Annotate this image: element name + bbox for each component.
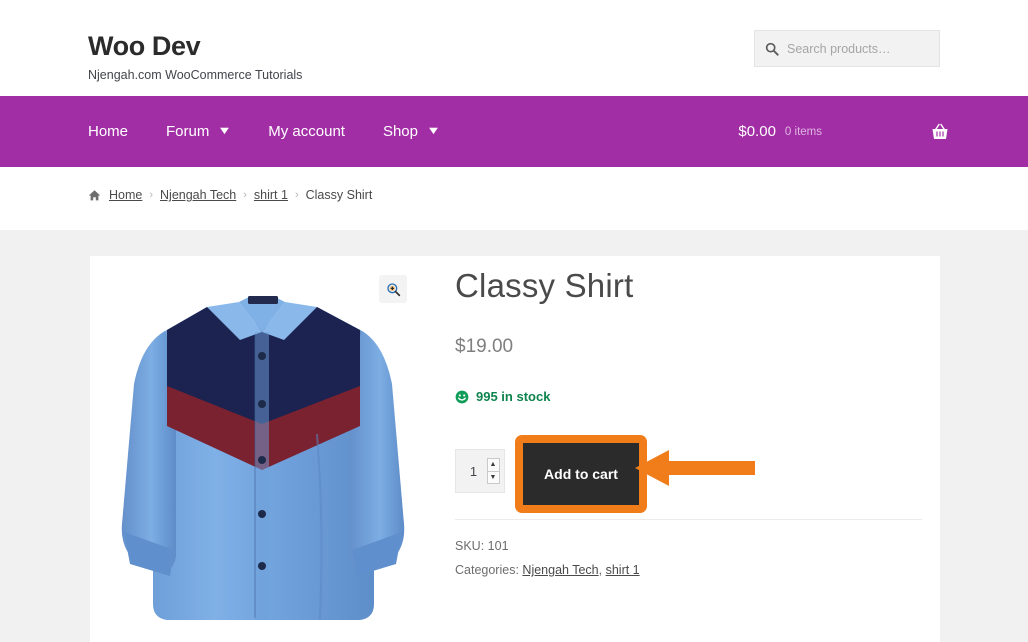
chevron-down-icon: ▼ bbox=[426, 125, 441, 137]
breadcrumb-item-njengah-tech[interactable]: Njengah Tech bbox=[160, 188, 236, 202]
sku-value: 101 bbox=[487, 539, 509, 553]
add-to-cart-button[interactable]: Add to cart bbox=[523, 443, 639, 505]
cart-total: $0.00 bbox=[738, 123, 776, 140]
product-search-box[interactable] bbox=[754, 30, 940, 67]
search-icon bbox=[765, 42, 779, 56]
annotation-arrow-icon bbox=[635, 448, 755, 488]
breadcrumb-separator: › bbox=[243, 189, 247, 201]
breadcrumb-item-home[interactable]: Home bbox=[109, 188, 142, 202]
search-input[interactable] bbox=[787, 41, 929, 56]
nav-item-my-account[interactable]: My account bbox=[268, 123, 345, 140]
sku-label: SKU: bbox=[455, 539, 485, 553]
site-branding: Woo Dev Njengah.com WooCommerce Tutorial… bbox=[88, 30, 302, 83]
breadcrumb-item-shirt-1[interactable]: shirt 1 bbox=[254, 188, 288, 202]
nav-item-label: Home bbox=[88, 123, 129, 140]
nav-item-label: Shop bbox=[382, 123, 418, 140]
home-icon bbox=[88, 189, 101, 202]
nav-item-label: My account bbox=[268, 123, 345, 140]
magnifier-plus-icon[interactable] bbox=[379, 275, 407, 303]
breadcrumb: Home › Njengah Tech › shirt 1 › Classy S… bbox=[88, 188, 372, 202]
product-summary: Classy Shirt $19.00 995 in stock 1 ▲ ▼ A… bbox=[455, 256, 925, 585]
nav-menu: Home Forum ▼ My account Shop ▼ bbox=[88, 96, 477, 167]
site-title: Woo Dev bbox=[88, 31, 201, 61]
site-tagline: Njengah.com WooCommerce Tutorials bbox=[88, 68, 303, 82]
cart-item-count: 0 items bbox=[784, 125, 822, 138]
product-sku-row: SKU: 101 bbox=[455, 537, 925, 556]
breadcrumb-item-current: Classy Shirt bbox=[305, 188, 373, 202]
categories-label: Categories: bbox=[455, 563, 519, 577]
chevron-down-icon: ▼ bbox=[217, 125, 233, 137]
category-link-njengah-tech[interactable]: Njengah Tech bbox=[522, 563, 598, 577]
site-header: Woo Dev Njengah.com WooCommerce Tutorial… bbox=[0, 0, 1028, 96]
smiley-face-icon bbox=[455, 390, 469, 404]
add-to-cart-form: ▲ ▼ Add to cart bbox=[455, 435, 925, 513]
categories-separator: , bbox=[598, 563, 606, 577]
product-price: $19.00 bbox=[455, 336, 514, 357]
product-title: Classy Shirt bbox=[455, 267, 634, 304]
nav-item-forum[interactable]: Forum ▼ bbox=[166, 123, 233, 140]
stock-status: 995 in stock bbox=[455, 389, 925, 404]
product-categories-row: Categories: Njengah Tech, shirt 1 bbox=[455, 561, 925, 580]
quantity-input[interactable] bbox=[460, 463, 487, 479]
breadcrumb-separator: › bbox=[294, 189, 299, 201]
product-card: Classy Shirt $19.00 995 in stock 1 ▲ ▼ A… bbox=[90, 256, 940, 642]
product-image[interactable] bbox=[112, 274, 412, 642]
page-root: Woo Dev Njengah.com WooCommerce Tutorial… bbox=[0, 0, 1028, 642]
product-gallery bbox=[90, 256, 430, 642]
header-cart[interactable]: $0.00 0 items bbox=[738, 96, 950, 167]
quantity-stepper[interactable]: ▲ ▼ bbox=[455, 449, 505, 493]
shopping-basket-icon[interactable] bbox=[930, 122, 950, 142]
nav-item-shop[interactable]: Shop ▼ bbox=[382, 123, 441, 140]
breadcrumb-separator: › bbox=[149, 189, 154, 201]
quantity-decrement-icon[interactable]: ▼ bbox=[488, 472, 499, 484]
meta-divider bbox=[455, 519, 922, 520]
nav-item-label: Forum bbox=[166, 123, 210, 140]
stock-status-label: 995 in stock bbox=[476, 389, 551, 404]
category-link-shirt-1[interactable]: shirt 1 bbox=[606, 563, 640, 577]
quantity-increment-icon[interactable]: ▲ bbox=[487, 459, 499, 472]
nav-item-home[interactable]: Home bbox=[88, 123, 128, 140]
product-meta: SKU: 101 Categories: Njengah Tech, shirt… bbox=[455, 537, 925, 580]
annotation-highlight-box: Add to cart bbox=[515, 435, 647, 513]
quantity-spinner[interactable]: ▲ ▼ bbox=[486, 458, 500, 484]
main-navigation-bar: Home Forum ▼ My account Shop ▼ $0.00 0 i… bbox=[0, 96, 1028, 167]
